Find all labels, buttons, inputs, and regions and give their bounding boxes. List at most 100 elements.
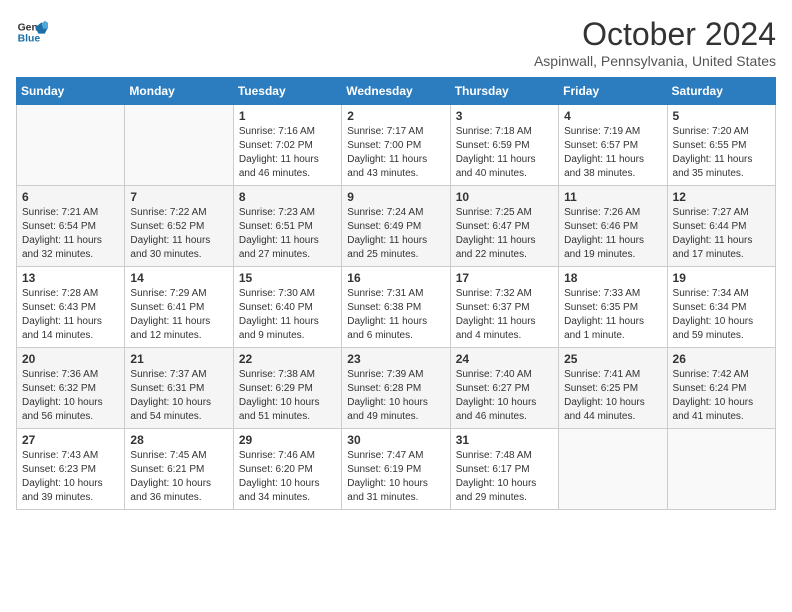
calendar-cell: 6Sunrise: 7:21 AM Sunset: 6:54 PM Daylig…	[17, 186, 125, 267]
day-number: 15	[239, 271, 336, 285]
calendar-week-row: 20 Sunrise: 7:36 AM Sunset: 6:32 PM Dayli…	[17, 348, 776, 429]
day-info: Sunrise: 7:34 AM Sunset: 6:34 PM Dayligh…	[673, 287, 770, 343]
calendar-cell: 26 Sunrise: 7:42 AM Sunset: 6:24 PM Dayli…	[667, 348, 775, 429]
calendar-cell: 9 Sunrise: 7:24 AM Sunset: 6:49 PM Daylig…	[342, 186, 450, 267]
calendar-cell: 30 Sunrise: 7:47 AM Sunset: 6:19 PM Dayli…	[342, 429, 450, 510]
day-number: 22	[239, 352, 336, 366]
calendar-cell: 14 Sunrise: 7:29 AM Sunset: 6:41 PM Dayli…	[125, 267, 233, 348]
day-number: 29	[239, 433, 336, 447]
day-info: Sunrise: 7:32 AM Sunset: 6:37 PM Dayligh…	[456, 287, 553, 343]
day-number: 25	[564, 352, 661, 366]
calendar-cell: 24Sunrise: 7:40 AM Sunset: 6:27 PM Dayli…	[450, 348, 558, 429]
day-info: Sunrise: 7:29 AM Sunset: 6:41 PM Dayligh…	[130, 287, 227, 343]
day-info: Sunrise: 7:23 AM Sunset: 6:51 PM Dayligh…	[239, 206, 336, 262]
day-number: 4	[564, 109, 661, 123]
calendar-week-row: 13 Sunrise: 7:28 AM Sunset: 6:43 PM Dayli…	[17, 267, 776, 348]
weekday-header: Tuesday	[233, 78, 341, 105]
day-number: 7	[130, 190, 227, 204]
weekday-header: Friday	[559, 78, 667, 105]
day-number: 30	[347, 433, 444, 447]
day-info: Sunrise: 7:41 AM Sunset: 6:25 PM Dayligh…	[564, 368, 661, 424]
calendar-cell: 31 Sunrise: 7:48 AM Sunset: 6:17 PM Dayli…	[450, 429, 558, 510]
day-number: 6	[22, 190, 119, 204]
calendar-cell: 2Sunrise: 7:17 AM Sunset: 7:00 PM Daylig…	[342, 105, 450, 186]
day-number: 31	[456, 433, 553, 447]
day-info: Sunrise: 7:24 AM Sunset: 6:49 PM Dayligh…	[347, 206, 444, 262]
calendar-cell: 23 Sunrise: 7:39 AM Sunset: 6:28 PM Dayli…	[342, 348, 450, 429]
title-block: October 2024 Aspinwall, Pennsylvania, Un…	[534, 16, 776, 69]
weekday-header: Wednesday	[342, 78, 450, 105]
day-info: Sunrise: 7:30 AM Sunset: 6:40 PM Dayligh…	[239, 287, 336, 343]
month-title: October 2024	[534, 16, 776, 53]
day-info: Sunrise: 7:47 AM Sunset: 6:19 PM Dayligh…	[347, 449, 444, 505]
calendar-cell: 28 Sunrise: 7:45 AM Sunset: 6:21 PM Dayli…	[125, 429, 233, 510]
calendar-cell	[667, 429, 775, 510]
day-info: Sunrise: 7:38 AM Sunset: 6:29 PM Dayligh…	[239, 368, 336, 424]
day-info: Sunrise: 7:39 AM Sunset: 6:28 PM Dayligh…	[347, 368, 444, 424]
day-info: Sunrise: 7:31 AM Sunset: 6:38 PM Dayligh…	[347, 287, 444, 343]
calendar-cell: 18Sunrise: 7:33 AM Sunset: 6:35 PM Dayli…	[559, 267, 667, 348]
day-info: Sunrise: 7:43 AM Sunset: 6:23 PM Dayligh…	[22, 449, 119, 505]
day-number: 26	[673, 352, 770, 366]
day-number: 17	[456, 271, 553, 285]
day-number: 10	[456, 190, 553, 204]
day-info: Sunrise: 7:28 AM Sunset: 6:43 PM Dayligh…	[22, 287, 119, 343]
day-info: Sunrise: 7:33 AM Sunset: 6:35 PM Dayligh…	[564, 287, 661, 343]
day-info: Sunrise: 7:48 AM Sunset: 6:17 PM Dayligh…	[456, 449, 553, 505]
calendar-week-row: 27 Sunrise: 7:43 AM Sunset: 6:23 PM Dayli…	[17, 429, 776, 510]
day-number: 21	[130, 352, 227, 366]
day-info: Sunrise: 7:16 AM Sunset: 7:02 PM Dayligh…	[239, 125, 336, 181]
day-number: 20	[22, 352, 119, 366]
weekday-header: Monday	[125, 78, 233, 105]
day-info: Sunrise: 7:17 AM Sunset: 7:00 PM Dayligh…	[347, 125, 444, 181]
calendar-cell: 25 Sunrise: 7:41 AM Sunset: 6:25 PM Dayli…	[559, 348, 667, 429]
calendar-week-row: 1 Sunrise: 7:16 AM Sunset: 7:02 PM Daylig…	[17, 105, 776, 186]
calendar-cell	[17, 105, 125, 186]
logo: General Blue	[16, 16, 48, 48]
calendar-cell: 20 Sunrise: 7:36 AM Sunset: 6:32 PM Dayli…	[17, 348, 125, 429]
day-number: 19	[673, 271, 770, 285]
day-number: 16	[347, 271, 444, 285]
day-info: Sunrise: 7:18 AM Sunset: 6:59 PM Dayligh…	[456, 125, 553, 181]
day-number: 11	[564, 190, 661, 204]
day-number: 28	[130, 433, 227, 447]
calendar-cell: 10 Sunrise: 7:25 AM Sunset: 6:47 PM Dayli…	[450, 186, 558, 267]
day-info: Sunrise: 7:22 AM Sunset: 6:52 PM Dayligh…	[130, 206, 227, 262]
day-number: 23	[347, 352, 444, 366]
day-number: 3	[456, 109, 553, 123]
day-info: Sunrise: 7:25 AM Sunset: 6:47 PM Dayligh…	[456, 206, 553, 262]
calendar-cell: 12 Sunrise: 7:27 AM Sunset: 6:44 PM Dayli…	[667, 186, 775, 267]
calendar-cell: 3 Sunrise: 7:18 AM Sunset: 6:59 PM Daylig…	[450, 105, 558, 186]
day-number: 14	[130, 271, 227, 285]
calendar-cell: 22 Sunrise: 7:38 AM Sunset: 6:29 PM Dayli…	[233, 348, 341, 429]
day-info: Sunrise: 7:20 AM Sunset: 6:55 PM Dayligh…	[673, 125, 770, 181]
day-info: Sunrise: 7:37 AM Sunset: 6:31 PM Dayligh…	[130, 368, 227, 424]
calendar-cell: 27 Sunrise: 7:43 AM Sunset: 6:23 PM Dayli…	[17, 429, 125, 510]
page-header: General Blue October 2024 Aspinwall, Pen…	[16, 16, 776, 69]
calendar-cell: 1 Sunrise: 7:16 AM Sunset: 7:02 PM Daylig…	[233, 105, 341, 186]
day-info: Sunrise: 7:42 AM Sunset: 6:24 PM Dayligh…	[673, 368, 770, 424]
calendar-table: SundayMondayTuesdayWednesdayThursdayFrid…	[16, 77, 776, 510]
day-info: Sunrise: 7:19 AM Sunset: 6:57 PM Dayligh…	[564, 125, 661, 181]
calendar-cell: 29Sunrise: 7:46 AM Sunset: 6:20 PM Dayli…	[233, 429, 341, 510]
weekday-header-row: SundayMondayTuesdayWednesdayThursdayFrid…	[17, 78, 776, 105]
day-info: Sunrise: 7:36 AM Sunset: 6:32 PM Dayligh…	[22, 368, 119, 424]
day-info: Sunrise: 7:26 AM Sunset: 6:46 PM Dayligh…	[564, 206, 661, 262]
day-number: 12	[673, 190, 770, 204]
calendar-cell: 19 Sunrise: 7:34 AM Sunset: 6:34 PM Dayli…	[667, 267, 775, 348]
calendar-cell: 7 Sunrise: 7:22 AM Sunset: 6:52 PM Daylig…	[125, 186, 233, 267]
day-number: 1	[239, 109, 336, 123]
day-number: 13	[22, 271, 119, 285]
calendar-cell: 21 Sunrise: 7:37 AM Sunset: 6:31 PM Dayli…	[125, 348, 233, 429]
day-number: 27	[22, 433, 119, 447]
calendar-cell: 15 Sunrise: 7:30 AM Sunset: 6:40 PM Dayli…	[233, 267, 341, 348]
calendar-cell: 4 Sunrise: 7:19 AM Sunset: 6:57 PM Daylig…	[559, 105, 667, 186]
weekday-header: Saturday	[667, 78, 775, 105]
day-info: Sunrise: 7:45 AM Sunset: 6:21 PM Dayligh…	[130, 449, 227, 505]
logo-icon: General Blue	[16, 16, 48, 48]
calendar-cell: 13 Sunrise: 7:28 AM Sunset: 6:43 PM Dayli…	[17, 267, 125, 348]
calendar-cell: 5Sunrise: 7:20 AM Sunset: 6:55 PM Daylig…	[667, 105, 775, 186]
day-number: 9	[347, 190, 444, 204]
weekday-header: Thursday	[450, 78, 558, 105]
day-info: Sunrise: 7:27 AM Sunset: 6:44 PM Dayligh…	[673, 206, 770, 262]
